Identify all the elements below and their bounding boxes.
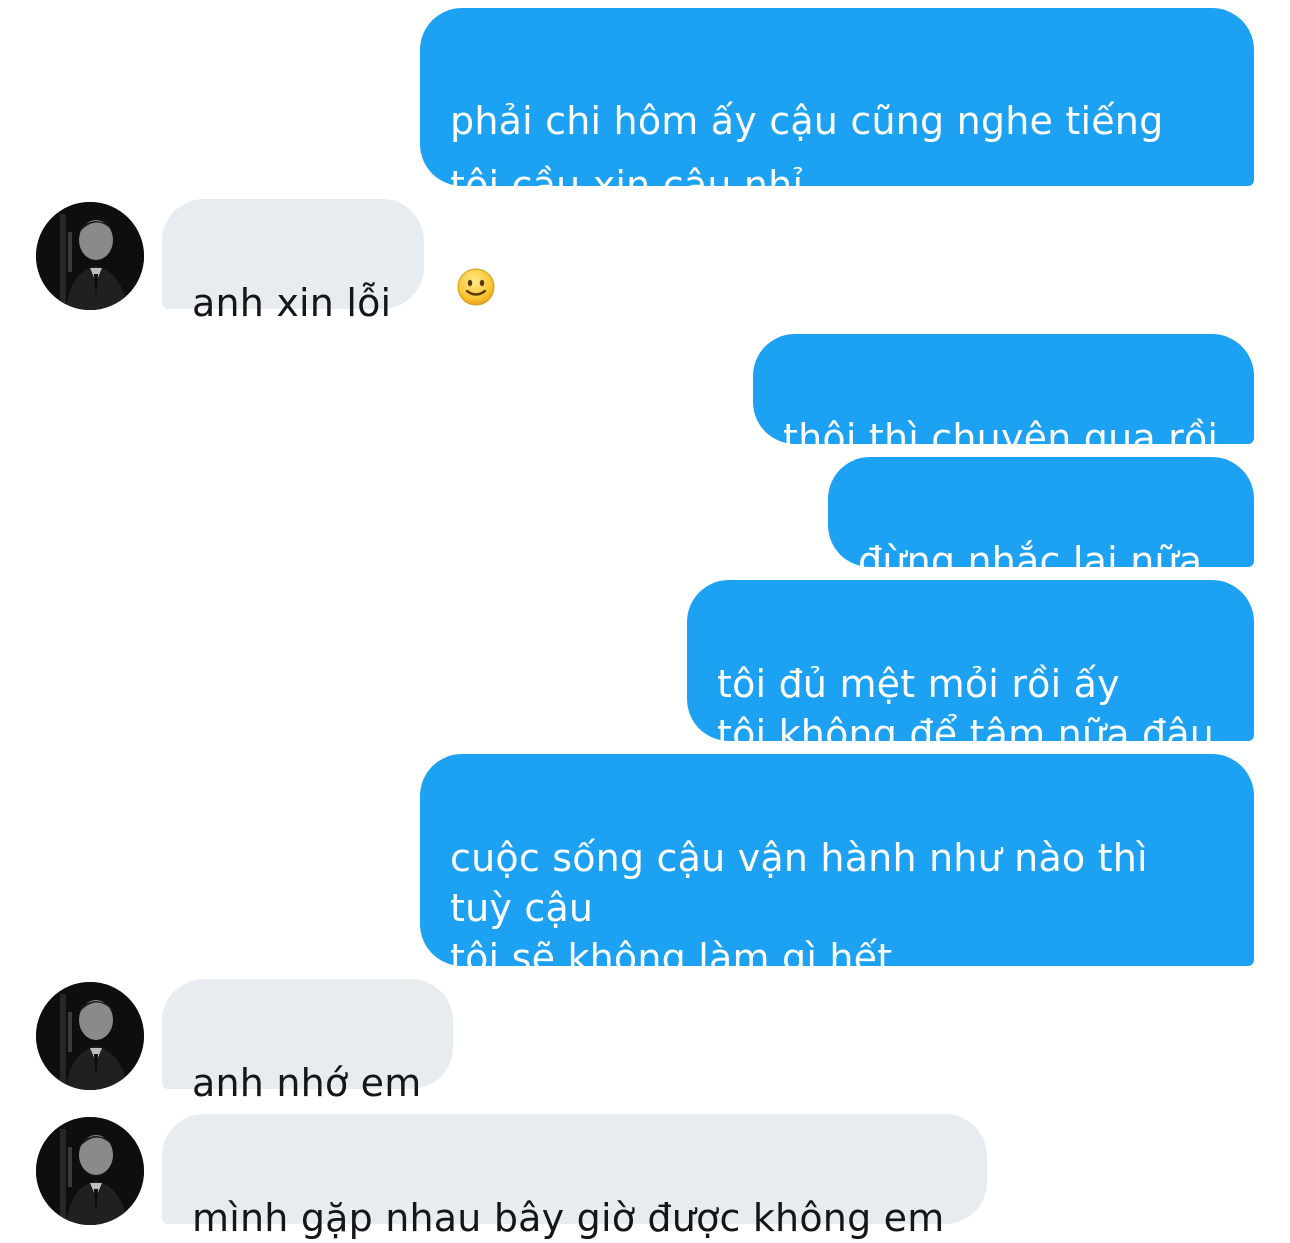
message-bubble-received[interactable]: mình gặp nhau bây giờ được không em bbox=[162, 1114, 987, 1240]
message-text: tôi đủ mệt mỏi rồi ấy tôi không để tâm n… bbox=[717, 662, 1215, 756]
message-text: thôi thì chuyện qua rồi bbox=[783, 416, 1219, 460]
message-bubble-sent[interactable]: cuộc sống cậu vận hành như nào thì tuỳ c… bbox=[420, 754, 1254, 980]
message-text: anh nhớ em bbox=[192, 1061, 422, 1105]
message-text: mình gặp nhau bây giờ được không em bbox=[192, 1196, 945, 1240]
message-bubble-received[interactable]: anh nhớ em bbox=[162, 979, 453, 1105]
message-bubble-received[interactable]: anh xin lỗi bbox=[162, 199, 424, 325]
message-bubble-sent[interactable]: tôi đủ mệt mỏi rồi ấy tôi không để tâm n… bbox=[687, 580, 1254, 756]
avatar-photo-icon bbox=[36, 202, 144, 310]
avatar-photo-icon bbox=[36, 1117, 144, 1225]
message-bubble-sent[interactable]: thôi thì chuyện qua rồi bbox=[753, 334, 1254, 460]
slightly-smiling-face-icon bbox=[456, 217, 496, 306]
avatar-photo-icon bbox=[36, 982, 144, 1090]
contact-avatar[interactable] bbox=[36, 982, 144, 1090]
message-text: anh xin lỗi bbox=[192, 281, 392, 325]
message-text: đừng nhắc lại nữa bbox=[858, 539, 1203, 583]
contact-avatar[interactable] bbox=[36, 1117, 144, 1225]
contact-avatar[interactable] bbox=[36, 202, 144, 310]
message-bubble-sent[interactable]: phải chi hôm ấy cậu cũng nghe tiếng tôi … bbox=[420, 8, 1254, 306]
message-bubble-sent[interactable]: đừng nhắc lại nữa bbox=[828, 457, 1254, 583]
message-text: cuộc sống cậu vận hành như nào thì tuỳ c… bbox=[450, 836, 1148, 980]
message-text: phải chi hôm ấy cậu cũng nghe tiếng tôi … bbox=[450, 99, 1164, 207]
